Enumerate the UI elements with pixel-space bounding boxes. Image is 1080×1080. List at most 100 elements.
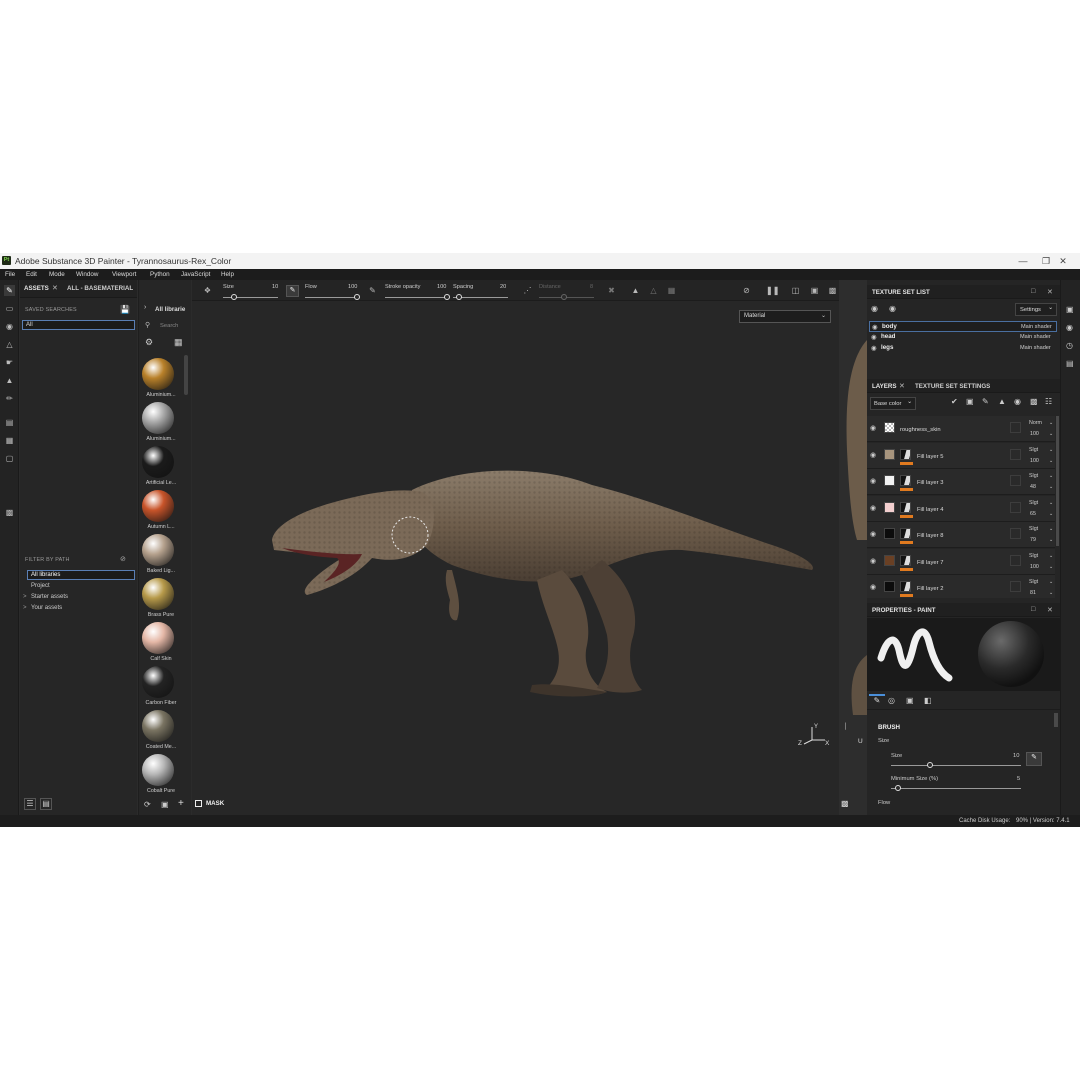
eye-icon[interactable]: ◉ xyxy=(871,344,877,352)
chevron-right-icon[interactable]: > xyxy=(23,605,27,611)
layer-opacity[interactable]: 65 xyxy=(1030,511,1036,517)
material-thumbnail[interactable] xyxy=(142,490,174,522)
layer-row[interactable]: ◉ Fill layer 8 Slgt ⌄ 79 ⌄ xyxy=(867,522,1055,548)
layer-opacity[interactable]: 100 xyxy=(1030,431,1039,437)
layer-blend-mode[interactable]: Slgt xyxy=(1029,526,1038,532)
min-size-slider[interactable] xyxy=(891,788,1021,789)
paint-brush-icon[interactable]: ✎ xyxy=(4,285,15,296)
layer-options-box[interactable] xyxy=(1010,448,1021,460)
layer-mask-thumbnail[interactable] xyxy=(900,581,911,592)
close-window-button[interactable]: ✕ xyxy=(1057,255,1069,267)
menu-javascript[interactable]: JavaScript xyxy=(181,271,210,278)
layer-opacity[interactable]: 100 xyxy=(1030,564,1039,570)
add-folder-icon[interactable]: ▩ xyxy=(1030,397,1038,406)
texture-set-row[interactable]: ◉ head Main shader xyxy=(869,332,1057,343)
tree-item-starter-assets[interactable]: Starter assets xyxy=(31,594,68,600)
flow-slider[interactable] xyxy=(305,297,357,298)
add-mask-icon[interactable]: ▣ xyxy=(966,397,974,406)
shelf-search-input[interactable]: Search xyxy=(160,323,178,329)
display-settings-icon[interactable]: ▣ xyxy=(1066,305,1074,314)
material-thumbnail[interactable] xyxy=(142,710,174,742)
filter-icon[interactable]: ⚙ xyxy=(145,337,153,348)
material-thumbnail[interactable] xyxy=(142,534,174,566)
eye-icon[interactable]: ◉ xyxy=(870,504,876,512)
smudge-icon[interactable]: ☛ xyxy=(4,357,15,368)
close-panel-icon[interactable]: ✕ xyxy=(1047,606,1053,614)
eye-icon[interactable]: ◉ xyxy=(870,451,876,459)
material-thumbnail[interactable] xyxy=(142,402,174,434)
layer-row[interactable]: ◉ Fill layer 4 Slgt ⌄ 65 ⌄ xyxy=(867,495,1055,522)
tab-layers[interactable]: LAYERS xyxy=(872,383,897,390)
menu-help[interactable]: Help xyxy=(221,271,234,278)
tiling-icon[interactable]: ▦ xyxy=(666,285,677,296)
tree-item-your-assets[interactable]: Your assets xyxy=(31,605,62,611)
color-picker-icon[interactable]: ✏ xyxy=(4,393,15,404)
layer-mask-thumbnail[interactable] xyxy=(900,448,911,460)
eye-icon[interactable]: ◉ xyxy=(870,557,876,565)
layer-mask-thumbnail[interactable] xyxy=(900,501,911,513)
material-thumbnail[interactable] xyxy=(142,446,174,478)
refresh-icon[interactable]: ⟳ xyxy=(144,800,151,809)
float-panel-icon[interactable]: □ xyxy=(1031,606,1035,613)
angle-icon[interactable]: ✖ xyxy=(606,285,617,296)
viewport-3d[interactable]: ❖ Size 10 ✎ Flow 100 ✎ Stroke opacity 10… xyxy=(192,280,839,815)
folder-view-icon[interactable]: ▤ xyxy=(40,798,52,810)
eye-icon[interactable]: ◉ xyxy=(872,323,878,331)
delete-layer-icon[interactable]: ☷ xyxy=(1045,397,1052,406)
viewport-channel-dropdown[interactable]: Material ⌄ xyxy=(739,310,831,323)
layer-blend-mode[interactable]: Slgt xyxy=(1029,579,1038,585)
stroke-opacity-slider[interactable] xyxy=(385,297,447,298)
layer-options-box[interactable] xyxy=(1010,554,1021,566)
layer-row[interactable]: ◉ Fill layer 3 Slgt ⌄ 48 ⌄ xyxy=(867,469,1055,495)
menu-window[interactable]: Window xyxy=(76,271,98,278)
mask-checkbox[interactable] xyxy=(195,800,202,807)
layer-row[interactable]: ◉ Fill layer 5 Slgt ⌄ 100 ⌄ xyxy=(867,442,1055,469)
layer-mask-thumbnail[interactable] xyxy=(900,475,911,486)
layer-options-box[interactable] xyxy=(1010,528,1021,539)
texture-settings-dropdown[interactable]: Settings ⌄ xyxy=(1015,303,1057,316)
save-search-icon[interactable]: 💾 xyxy=(120,305,130,314)
list-view-icon[interactable]: ☰ xyxy=(24,798,36,810)
add-effect-icon[interactable]: ✔ xyxy=(951,397,958,406)
layer-opacity[interactable]: 79 xyxy=(1030,537,1036,543)
chevron-right-icon[interactable]: > xyxy=(23,594,27,600)
material-thumbnail[interactable] xyxy=(142,622,174,654)
layer-blend-mode[interactable]: Slgt xyxy=(1029,447,1038,453)
minimize-button[interactable]: — xyxy=(1017,255,1029,267)
layer-row[interactable]: ◉ roughness_skin Norm ⌄ 100 ⌄ xyxy=(867,416,1055,442)
eye-icon[interactable]: ◉ xyxy=(870,583,876,591)
material-thumbnail[interactable] xyxy=(142,754,174,786)
new-folder-icon[interactable]: ▣ xyxy=(161,800,169,809)
add-paint-layer-icon[interactable]: ✎ xyxy=(982,397,989,406)
pause-icon[interactable]: ❚❚ xyxy=(766,285,779,296)
size-slider-handle[interactable] xyxy=(231,294,237,300)
mirror-icon[interactable]: △ xyxy=(648,285,659,296)
pen-pressure-icon[interactable]: ✎ xyxy=(286,285,299,297)
material-tab-icon[interactable]: ◎ xyxy=(888,696,895,705)
tree-item-all-libraries[interactable]: All libraries xyxy=(27,570,135,580)
layer-blend-mode[interactable]: Norm xyxy=(1029,420,1042,426)
geometry-mask-icon[interactable]: ▦ xyxy=(4,435,15,446)
polygon-fill-icon[interactable]: △ xyxy=(4,339,15,350)
stencil-tab-icon[interactable]: ◧ xyxy=(924,696,932,705)
flow-slider-handle[interactable] xyxy=(354,294,360,300)
layer-opacity[interactable]: 81 xyxy=(1030,590,1036,596)
saved-search-field[interactable]: All xyxy=(22,320,135,330)
distance-slider-handle[interactable] xyxy=(560,294,567,300)
menu-python[interactable]: Python xyxy=(150,271,170,278)
layer-blend-mode[interactable]: Slgt xyxy=(1029,553,1038,559)
add-fill-layer-icon[interactable]: ▲ xyxy=(998,397,1006,406)
clone-stamp-icon[interactable]: ▲ xyxy=(4,375,15,386)
tool-settings-icon[interactable]: ❖ xyxy=(202,285,213,296)
close-tab-icon[interactable]: ✕ xyxy=(899,382,905,390)
layer-options-box[interactable] xyxy=(1010,422,1021,433)
size-pressure-icon[interactable]: ✎ xyxy=(1026,752,1042,766)
eye-icon[interactable]: ◉ xyxy=(870,530,876,538)
tab-texture-set-settings[interactable]: TEXTURE SET SETTINGS xyxy=(915,383,990,390)
shelf-scrollbar[interactable] xyxy=(184,355,188,395)
material-thumbnail[interactable] xyxy=(142,666,174,698)
brush-tab-icon[interactable]: ✎ xyxy=(869,694,885,709)
alpha-tab-icon[interactable]: ▣ xyxy=(906,696,914,705)
menu-mode[interactable]: Mode xyxy=(49,271,65,278)
camera-icon[interactable]: ▩ xyxy=(827,285,838,296)
